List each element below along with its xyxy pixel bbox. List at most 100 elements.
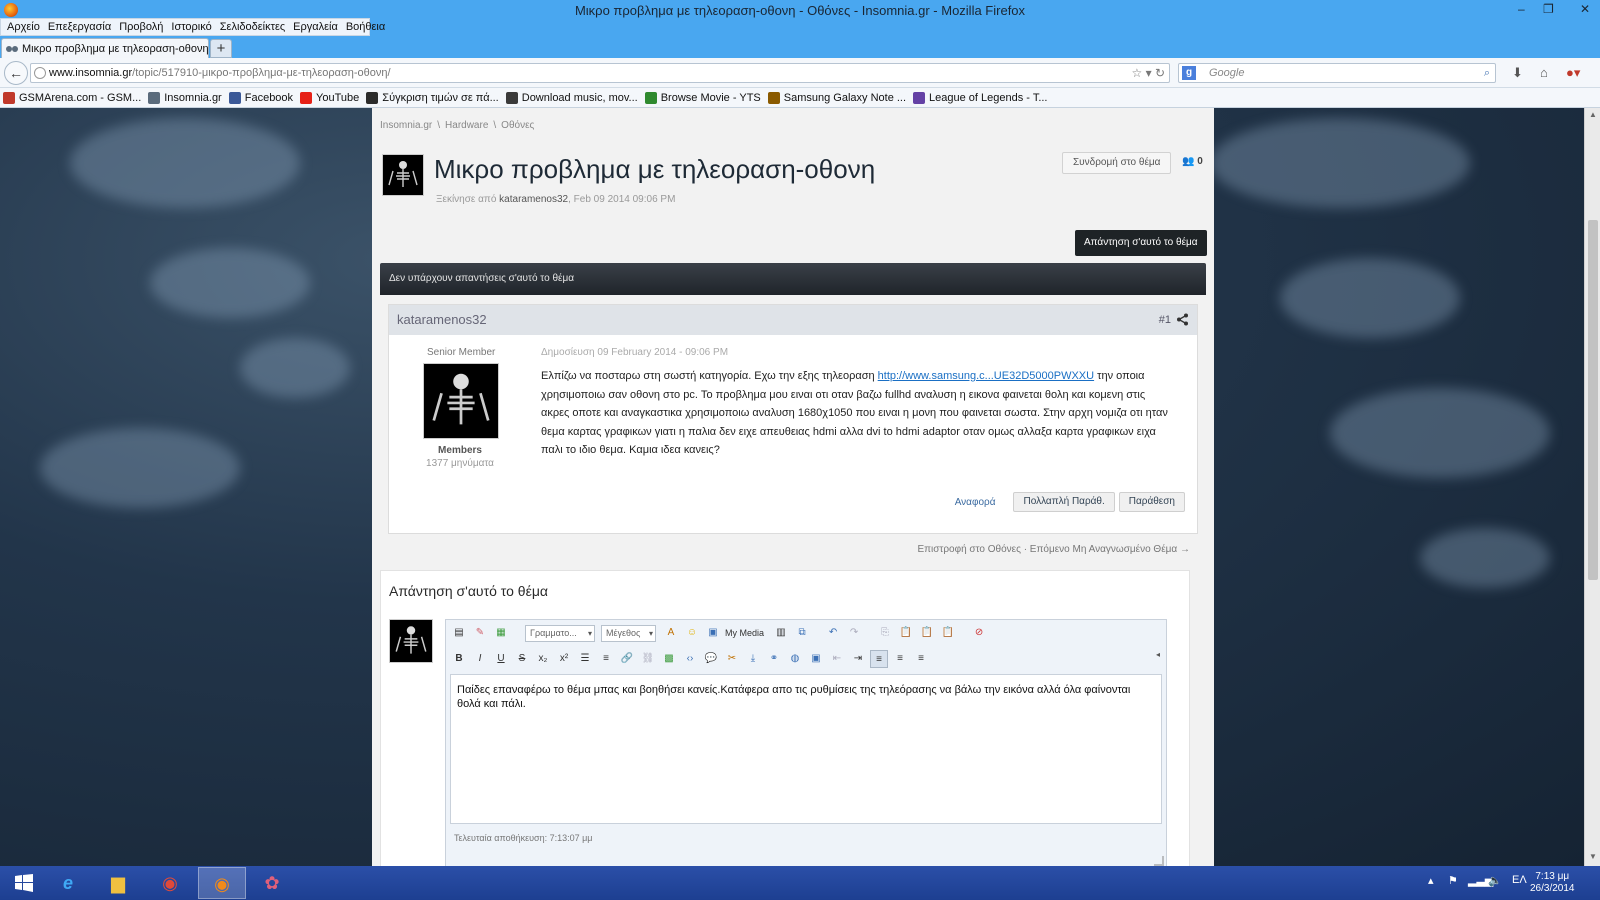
align-center-icon[interactable]: ≡: [891, 650, 909, 668]
post-author-avatar[interactable]: [423, 363, 499, 439]
italic-icon[interactable]: I: [471, 650, 489, 668]
menu-history[interactable]: Ιστορικό: [167, 21, 215, 33]
bullet-list-icon[interactable]: ☰: [576, 650, 594, 668]
outdent-icon[interactable]: ⇤: [828, 650, 846, 668]
menu-view[interactable]: Προβολή: [115, 21, 167, 33]
chrome-taskbar-button[interactable]: ◉: [146, 867, 194, 899]
bookmark-gsmarena[interactable]: GSMArena.com - GSM...: [3, 91, 141, 104]
explorer-taskbar-button[interactable]: ▆: [94, 867, 142, 899]
bookmark-facebook[interactable]: Facebook: [228, 91, 293, 104]
share-icon[interactable]: [1176, 313, 1189, 326]
topic-author-avatar[interactable]: [382, 154, 424, 196]
paint-taskbar-button[interactable]: ✿: [248, 867, 296, 899]
home-icon[interactable]: ⌂: [1540, 65, 1548, 80]
bookmark-lol[interactable]: League of Legends - T...: [913, 91, 1048, 104]
start-button[interactable]: [0, 867, 48, 899]
search-engine-icon[interactable]: g: [1182, 66, 1196, 80]
bookmark-insomnia[interactable]: Insomnia.gr: [148, 91, 222, 104]
restore-icon[interactable]: ❐: [1543, 2, 1554, 16]
quote-button[interactable]: Παράθεση: [1118, 492, 1185, 512]
image-icon[interactable]: ▩: [660, 650, 678, 668]
template-icon[interactable]: ▦: [492, 624, 510, 642]
eraser-icon[interactable]: ✎: [471, 624, 489, 642]
ie-taskbar-button[interactable]: e: [44, 867, 92, 899]
spoiler-icon[interactable]: ▥: [772, 624, 790, 642]
bookmark-samsung[interactable]: Samsung Galaxy Note ...: [767, 91, 906, 104]
subscript-icon[interactable]: x₂: [534, 650, 552, 668]
download-icon[interactable]: ⤓: [744, 650, 762, 668]
scroll-down-icon[interactable]: ▼: [1585, 852, 1600, 861]
samsung-product-link[interactable]: http://www.samsung.c...UE32D5000PWXXU: [878, 370, 1094, 382]
superscript-icon[interactable]: x²: [555, 650, 573, 668]
bookmark-yts[interactable]: Browse Movie - YTS: [644, 91, 761, 104]
undo-icon[interactable]: ↶: [824, 624, 842, 642]
code-icon[interactable]: ‹›: [681, 650, 699, 668]
menu-edit[interactable]: Επεξεργασία: [44, 21, 115, 33]
back-button[interactable]: ←: [4, 61, 28, 85]
source-icon[interactable]: ▤: [450, 624, 468, 642]
code-block-icon[interactable]: ⧉: [793, 624, 811, 642]
paste-word-icon[interactable]: 📋: [939, 624, 957, 642]
text-color-icon[interactable]: A: [662, 624, 680, 642]
indent-icon[interactable]: ⇥: [849, 650, 867, 668]
menu-file[interactable]: Αρχείο: [3, 21, 44, 33]
language-indicator[interactable]: ΕΛ: [1512, 874, 1527, 886]
quote-bubble-icon[interactable]: 💬: [702, 650, 720, 668]
paste-icon[interactable]: 📋: [897, 624, 915, 642]
menu-bookmarks[interactable]: Σελιδοδείκτες: [216, 21, 289, 33]
url-bar[interactable]: www.insomnia.gr/topic/517910-μικρο-προβλ…: [30, 63, 1170, 83]
breadcrumb-hardware[interactable]: Hardware: [445, 120, 488, 131]
cut-icon[interactable]: ✂: [723, 650, 741, 668]
underline-icon[interactable]: U: [492, 650, 510, 668]
page-scrollbar[interactable]: ▲ ▼: [1584, 108, 1600, 866]
follow-topic-button[interactable]: Συνδρομή στο θέμα: [1062, 152, 1172, 174]
post-number-link[interactable]: #1: [1159, 314, 1171, 326]
scroll-up-icon[interactable]: ▲: [1585, 110, 1600, 119]
my-media-icon[interactable]: ▣: [704, 624, 722, 642]
post-author-link[interactable]: kataramenos32: [397, 312, 487, 327]
scrollbar-thumb[interactable]: [1588, 220, 1598, 580]
tab-active[interactable]: Μικρο προβλημα με τηλεοραση-οθονη ...: [1, 38, 209, 59]
reply-text-area[interactable]: Παίδες επαναφέρω το θέμα μπας και βοηθήσ…: [450, 674, 1162, 824]
close-icon[interactable]: ✕: [1580, 2, 1590, 16]
bookmark-youtube[interactable]: YouTube: [300, 91, 359, 104]
search-bar[interactable]: g Google ⌕: [1178, 63, 1496, 83]
remove-format-icon[interactable]: ⊘: [970, 624, 988, 642]
reload-icon[interactable]: ↻: [1155, 66, 1165, 80]
resize-grip-icon[interactable]: [1154, 856, 1164, 866]
collapse-toolbar-icon[interactable]: ◂: [1156, 650, 1160, 659]
align-left-icon[interactable]: ≡: [870, 650, 888, 668]
followers-count[interactable]: 👥 0: [1182, 156, 1203, 167]
copy-icon[interactable]: ⎘: [876, 624, 894, 642]
menu-tools[interactable]: Εργαλεία: [289, 21, 342, 33]
taskbar-clock[interactable]: 7:13 μμ 26/3/2014: [1530, 871, 1575, 895]
tray-expand-icon[interactable]: ▴: [1428, 874, 1434, 887]
report-link[interactable]: Αναφορά: [955, 497, 996, 508]
redo-icon[interactable]: ↷: [845, 624, 863, 642]
link-icon[interactable]: 🔗: [618, 650, 636, 668]
font-select[interactable]: Γραμματο...: [525, 624, 595, 642]
bookmark-price-compare[interactable]: Σύγκριση τιμών σε πά...: [366, 91, 499, 104]
numbered-list-icon[interactable]: ≡: [597, 650, 615, 668]
attachment-icon[interactable]: ⚭: [765, 650, 783, 668]
unlink-icon[interactable]: ⛓: [639, 650, 657, 668]
breadcrumb-monitors[interactable]: Οθόνες: [501, 120, 534, 131]
align-right-icon[interactable]: ≡: [912, 650, 930, 668]
topic-author-link[interactable]: kataramenos32: [499, 194, 568, 205]
media-embed-icon[interactable]: ▣: [807, 650, 825, 668]
strikethrough-icon[interactable]: S: [513, 650, 531, 668]
addon-icon[interactable]: ●▾: [1566, 65, 1580, 81]
paste-text-icon[interactable]: 📋: [918, 624, 936, 642]
history-dropdown-icon[interactable]: ▾: [1146, 66, 1152, 80]
search-icon[interactable]: ⌕: [1484, 64, 1490, 82]
multiquote-button[interactable]: Πολλαπλή Παράθ.: [1013, 492, 1115, 512]
breadcrumb-home[interactable]: Insomnia.gr: [380, 120, 432, 131]
bookmark-star-icon[interactable]: ☆: [1131, 66, 1142, 80]
bold-icon[interactable]: B: [450, 650, 468, 668]
return-links[interactable]: Επιστροφή στο Οθόνες · Επόμενο Μη Αναγνω…: [917, 544, 1190, 555]
reply-topic-button[interactable]: Απάντηση σ'αυτό το θέμα: [1075, 230, 1207, 256]
globe-link-icon[interactable]: ◍: [786, 650, 804, 668]
my-media-button[interactable]: My Media: [725, 628, 764, 638]
bookmark-download-music[interactable]: Download music, mov...: [505, 91, 638, 104]
new-tab-button[interactable]: +: [210, 39, 232, 58]
